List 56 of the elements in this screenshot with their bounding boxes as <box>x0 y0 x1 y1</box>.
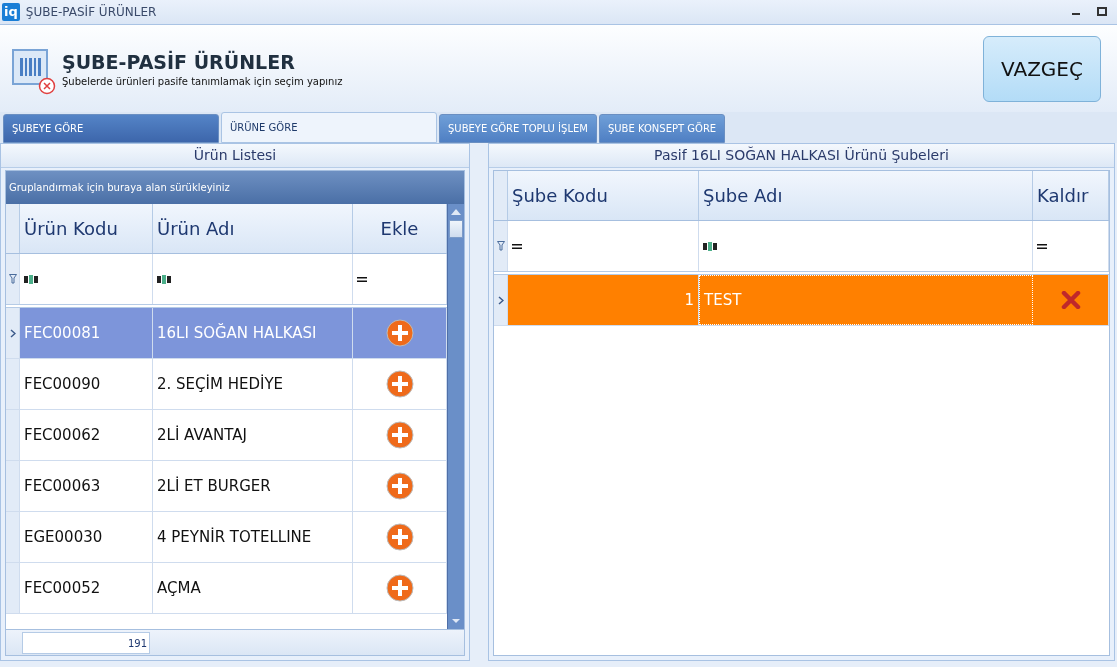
table-cell: EGE00030 <box>24 528 103 546</box>
table-cell: AÇMA <box>157 579 201 597</box>
table-row[interactable]: EGE00030 4 PEYNİR TOTELLINE <box>6 512 447 563</box>
tab[interactable]: ÜRÜNE GÖRE <box>221 112 437 143</box>
table-cell: FEC00063 <box>24 477 101 495</box>
group-hint: Gruplandırmak için buraya alan sürükleyiniz <box>9 182 230 193</box>
scrollbar[interactable] <box>447 204 464 629</box>
table-cell: FEC00090 <box>24 375 101 393</box>
cancel-button[interactable]: VAZGEÇ <box>983 35 1101 102</box>
row-indicator-icon <box>9 328 16 338</box>
column-header[interactable]: Şube Kodu <box>508 171 699 220</box>
window-title: ŞUBE-PASİF ÜRÜNLER <box>25 5 157 19</box>
add-icon[interactable] <box>385 319 414 347</box>
table-cell: FEC00052 <box>24 579 101 597</box>
add-icon[interactable] <box>385 574 414 602</box>
table-cell: 1 <box>684 291 694 309</box>
table-row[interactable]: FEC00052 AÇMA <box>6 563 447 614</box>
table-cell: TEST <box>704 291 742 309</box>
equals-filter-icon[interactable] <box>512 243 522 249</box>
table-cell: 2Lİ ET BURGER <box>157 477 271 495</box>
table-cell: 4 PEYNİR TOTELLINE <box>157 528 312 546</box>
table-cell: 16LI SOĞAN HALKASI <box>157 324 317 342</box>
panel-title: Pasif 16LI SOĞAN HALKASI Ürünü Şubeleri <box>489 144 1114 168</box>
panel-title: Ürün Listesi <box>1 144 469 168</box>
text-filter-icon[interactable] <box>157 274 171 284</box>
add-icon[interactable] <box>385 523 414 551</box>
add-icon[interactable] <box>385 370 414 398</box>
page-subtitle: Şubelerde ürünleri pasife tanımlamak için seçim yapınız <box>62 75 343 87</box>
equals-filter-icon[interactable] <box>357 276 367 282</box>
add-icon[interactable] <box>385 472 414 500</box>
app-logo: iq <box>2 3 20 21</box>
text-filter-icon[interactable] <box>703 241 717 251</box>
text-filter-icon[interactable] <box>24 274 38 284</box>
table-row[interactable]: FEC00063 2Lİ ET BURGER <box>6 461 447 512</box>
add-icon[interactable] <box>385 421 414 449</box>
barcode-remove-icon <box>12 48 56 95</box>
row-indicator-icon <box>497 295 504 305</box>
maximize-icon[interactable] <box>1097 7 1107 17</box>
row-count: 191 <box>22 631 150 654</box>
column-header[interactable]: Şube Adı <box>699 171 1033 220</box>
remove-icon[interactable] <box>1060 291 1081 309</box>
table-row[interactable]: FEC00062 2Lİ AVANTAJ <box>6 410 447 461</box>
table-cell: 2. SEÇİM HEDİYE <box>157 375 284 393</box>
column-header[interactable]: Ürün Adı <box>153 204 353 253</box>
filter-icon <box>8 274 17 284</box>
page-title: ŞUBE-PASİF ÜRÜNLER <box>62 50 296 73</box>
filter-icon <box>496 241 505 251</box>
column-header[interactable]: Kaldır <box>1033 171 1109 220</box>
tab[interactable]: ŞUBEYE GÖRE <box>3 114 219 143</box>
table-cell: FEC00081 <box>24 324 101 342</box>
column-header[interactable]: Ürün Kodu <box>20 204 153 253</box>
equals-filter-icon[interactable] <box>1037 243 1047 249</box>
table-row[interactable]: FEC00090 2. SEÇİM HEDİYE <box>6 359 447 410</box>
table-cell: FEC00062 <box>24 426 101 444</box>
scrollbar-thumb[interactable] <box>449 220 463 238</box>
table-cell: 2Lİ AVANTAJ <box>157 426 247 444</box>
